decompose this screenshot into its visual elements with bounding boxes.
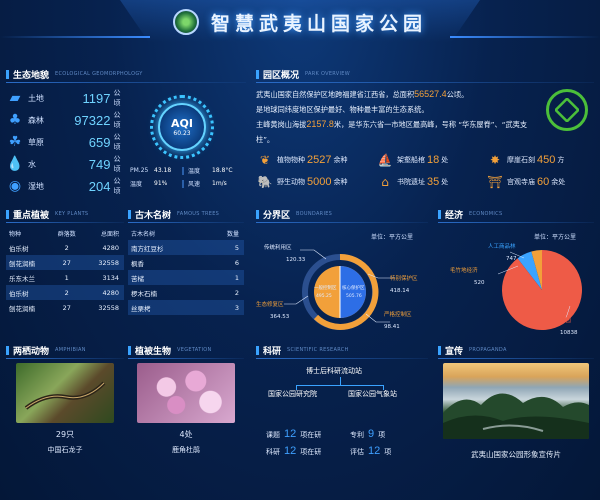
research-station: 博士后科研流动站 <box>306 367 362 375</box>
trees-panel: 古木名树 FAMOUS TREES 古木名树 数量 南方红豆杉 5 枫香 6 苦槠 1 椤木… <box>128 206 244 315</box>
research-institute: 国家公园研究院 <box>268 390 317 398</box>
zone-eco-restore-label: 生态修复区 <box>256 302 284 308</box>
cliff-carving-icon: ✸ <box>489 153 501 167</box>
table-row[interactable]: 椤木石楠 2 <box>128 285 244 300</box>
research-weather-station: 国家公园气象站 <box>348 390 397 398</box>
pie-category-label: 人工商品林 <box>488 242 516 250</box>
research-panel: 科研 SCIENTIFIC RESEARCH 博士后科研流动站 国家公园研究院 … <box>256 342 428 494</box>
eco-item-3: 💧 水 749 公顷 <box>6 155 121 173</box>
vegetation-name: 鹿角杜鹃 <box>172 446 200 454</box>
eco-panel-title: 生态地貌 ECOLOGICAL GEOMORPHOLOGY <box>6 66 246 82</box>
zones-panel: 分界区 BOUNDARIES 单位：平方公里 传统利用区 120.33 特别保护… <box>256 206 428 338</box>
pie-category-label: 茶园 <box>560 316 572 324</box>
lizard-photo[interactable] <box>16 363 114 423</box>
table-row[interactable]: 枫香 6 <box>128 255 244 270</box>
overview-stat: ⌂ 书院遗址 35 处 <box>376 175 486 189</box>
research-stats: 课题 12 项在研 专利 9 项科研 12 项在研 评估 12 项 <box>266 428 422 462</box>
table-row[interactable]: 苦槠 1 <box>128 270 244 285</box>
zone-general-value: 495.25 <box>316 294 332 299</box>
academy-icon: ⌂ <box>381 175 389 189</box>
pie-value-label: 747 <box>506 256 517 262</box>
header: 智慧武夷山国家公园 <box>0 0 600 44</box>
aqi-value: 60.23 <box>173 130 191 137</box>
temple-icon: ⛩ <box>487 175 503 189</box>
research-stat: 科研 12 项在研 <box>266 445 322 457</box>
land-icon: ▰ <box>9 90 21 106</box>
plants-table: 物种 群落数 总面积 伯乐树 2 4280 刨花润楠 27 32558 乐东木兰 1 3134 伯… <box>6 227 124 315</box>
table-row[interactable]: 南方红豆杉 5 <box>128 240 244 255</box>
table-row[interactable]: 伯乐树 2 4280 <box>6 285 124 300</box>
park-logo <box>172 9 199 35</box>
research-stat: 专利 9 项 <box>350 428 386 440</box>
forest-icon: ♣ <box>8 112 22 128</box>
zone-special-value: 418.14 <box>390 288 410 294</box>
pie-category-label: 毛竹地经济 <box>450 266 478 274</box>
promo-caption: 武夷山国家公园形象宣传片 <box>471 450 561 459</box>
promo-panel: 宣传 PROPAGANDA 武夷山国家公园形象宣传片 <box>438 342 594 494</box>
rhododendron-photo[interactable] <box>137 363 235 423</box>
overview-panel: 园区概况 PARK OVERVIEW 武夷山国家自然保护区地跨福建省江西省，总面… <box>256 66 594 189</box>
humidity-value: 91% <box>154 180 168 187</box>
overview-stat: ⛩ 宫观寺庙 60 余处 <box>487 175 566 189</box>
amphibian-panel: 两栖动物 AMPHIBIAN 29只 中国石龙子 <box>6 342 124 455</box>
research-stat: 课题 12 项在研 <box>266 428 322 440</box>
amphibian-count: 29只 <box>55 430 75 439</box>
table-row[interactable]: 伯乐树 2 4280 <box>6 240 124 255</box>
aqi-label: AQI <box>171 117 193 130</box>
eco-item-1: ♣ 森林 97322 公顷 <box>6 109 126 131</box>
wind-value: 1m/s <box>212 180 227 187</box>
overview-stat: 🐘 野生动物 5000 余种 <box>257 175 348 189</box>
zone-eco-restore-value: 364.53 <box>270 314 290 320</box>
eco-item-4: ◉ 湿地 204 公顷 <box>6 175 126 197</box>
overview-text: 武夷山国家自然保护区地跨福建省江西省，总面积56527.4公顷。 是地球同纬度地… <box>256 89 528 144</box>
vegetation-panel: 植被生物 VEGETATION 4处 鹿角杜鹃 <box>128 342 244 455</box>
vegetation-count: 4处 <box>179 430 193 439</box>
zone-core-label: 核心保护区 <box>342 286 365 291</box>
temperature-value: 18.8°C <box>212 167 233 174</box>
table-row[interactable]: 刨花润楠 27 32558 <box>6 255 124 270</box>
header-line-right <box>450 36 600 38</box>
weather-readout: PM.25 43.18 温度 18.8°C 温度 91% 风速 1m/s <box>128 164 240 190</box>
eco-item-2: ☘ 草原 659 公顷 <box>6 131 126 153</box>
wetland-icon: ◉ <box>8 178 22 194</box>
table-row[interactable]: 刨花润楠 27 32558 <box>6 300 124 315</box>
boat-coffin-icon: ⛵ <box>377 153 393 167</box>
overview-stats: ❦ 植物物种 2527 余种 ⛵ 架壑船棺 18 处 ✸ 摩崖石刻 450 方 🐘 野生动物 5000 余种 ⌂… <box>256 153 594 189</box>
zone-core-value: 505.76 <box>346 294 362 299</box>
eco-list: ▰ 土地 1197 公顷 ♣ 森林 97322 公顷 ☘ 草原 659 公顷 💧 水 749 公顷 ◉ 湿地 204… <box>6 87 126 197</box>
zone-traditional-value: 120.33 <box>286 257 306 263</box>
zone-strict-label: 严格控制区 <box>384 312 412 318</box>
economy-pie: 人工商品林 747 毛竹地经济 520 茶园 10838 <box>450 242 582 336</box>
zone-traditional-label: 传统利用区 <box>264 245 292 251</box>
table-row[interactable]: 乐东木兰 1 3134 <box>6 270 124 285</box>
animal-icon: 🐘 <box>257 175 273 189</box>
research-stat: 评估 12 项 <box>350 445 392 457</box>
economy-panel: 经济 ECONOMICS 单位：平方公里 人工商品林 747 毛竹地经济 520 茶园 1… <box>438 206 594 338</box>
pm25-value: 43.18 <box>154 167 172 174</box>
amphibian-name: 中国石龙子 <box>47 446 83 454</box>
overview-stat: ⛵ 架壑船棺 18 处 <box>377 153 449 167</box>
overview-stat: ❦ 植物物种 2527 余种 <box>256 153 376 167</box>
world-heritage-emblem <box>546 89 588 131</box>
header-line-left <box>0 36 150 38</box>
promo-video[interactable] <box>443 363 589 439</box>
zone-strict-value: 98.41 <box>384 324 400 330</box>
page-title: 智慧武夷山国家公园 <box>210 12 427 35</box>
plants-panel: 重点植被 KEY PLANTS 物种 群落数 总面积 伯乐树 2 4280 刨花润楠 2… <box>6 206 124 315</box>
plant-icon: ❦ <box>259 153 271 167</box>
grass-icon: ☘ <box>8 134 22 150</box>
pie-value-label: 10838 <box>560 330 578 336</box>
aqi-gauge: AQI 60.23 <box>150 95 214 159</box>
overview-stat: ✸ 摩崖石刻 450 方 <box>486 153 586 167</box>
zone-general-label: 一般控制区 <box>314 286 337 291</box>
zone-special-label: 特别保护区 <box>390 276 418 282</box>
trees-table: 古木名树 数量 南方红豆杉 5 枫香 6 苦槠 1 椤木石楠 2 丝栗栲 3 <box>128 227 244 315</box>
water-icon: 💧 <box>6 156 24 172</box>
eco-item-0: ▰ 土地 1197 公顷 <box>6 87 126 109</box>
pie-value-label: 520 <box>474 280 485 286</box>
table-row[interactable]: 丝栗栲 3 <box>128 300 244 315</box>
